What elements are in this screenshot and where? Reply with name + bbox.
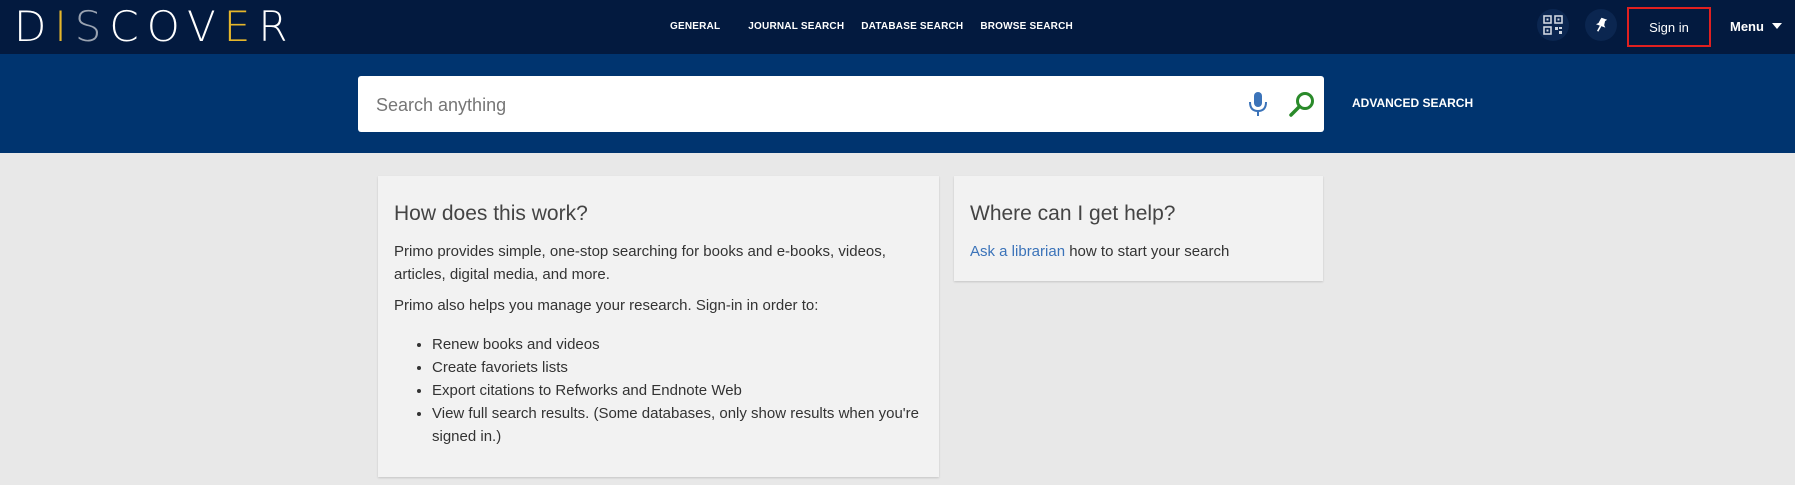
search-input[interactable]: [374, 76, 1238, 134]
card-title: Where can I get help?: [970, 202, 1176, 225]
logo-letter: I: [54, 1, 75, 51]
chevron-down-icon: [1771, 23, 1782, 29]
menu-label: Menu: [1730, 18, 1764, 34]
nav-general[interactable]: GENERAL: [670, 21, 720, 32]
list-item: Renew books and videos: [432, 333, 923, 356]
card-paragraph: Primo also helps you manage your researc…: [394, 297, 819, 314]
advanced-search-link[interactable]: ADVANCED SEARCH: [1352, 96, 1473, 110]
logo-letter: D: [14, 1, 55, 51]
discover-logo[interactable]: D I S COV E R: [14, 1, 296, 51]
list-item: Export citations to Refworks and Endnote…: [432, 379, 923, 402]
nav-database-search[interactable]: DATABASE SEARCH: [861, 21, 963, 32]
nav-journal-search[interactable]: JOURNAL SEARCH: [748, 21, 844, 32]
qr-code-button[interactable]: [1537, 9, 1569, 41]
logo-letter: R: [258, 1, 296, 51]
list-item: Create favoriets lists: [432, 356, 923, 379]
ask-librarian-link[interactable]: Ask a librarian: [970, 243, 1065, 260]
card-title: How does this work?: [394, 202, 588, 225]
search-icon[interactable]: [1288, 90, 1316, 118]
search-box: [358, 76, 1324, 134]
help-text: Ask a librarian how to start your search: [970, 240, 1307, 263]
card-paragraph: Primo provides simple, one-stop searchin…: [394, 243, 886, 283]
logo-letter: S: [74, 1, 110, 51]
pin-button[interactable]: [1585, 9, 1617, 41]
main-nav: GENERAL JOURNAL SEARCH DATABASE SEARCH B…: [660, 0, 1090, 52]
pin-icon: [1595, 17, 1608, 32]
benefits-list: Renew books and videos Create favoriets …: [394, 333, 923, 448]
microphone-icon[interactable]: [1246, 90, 1270, 118]
how-it-works-card: How does this work? Primo provides simpl…: [378, 176, 939, 477]
help-text-rest: how to start your search: [1065, 243, 1230, 260]
menu-button[interactable]: Menu: [1730, 0, 1782, 52]
help-card: Where can I get help? Ask a librarian ho…: [954, 176, 1323, 281]
nav-browse-search[interactable]: BROWSE SEARCH: [980, 21, 1073, 32]
logo-letter: E: [223, 1, 259, 51]
qr-code-icon: [1543, 15, 1563, 35]
sign-in-button[interactable]: Sign in: [1627, 7, 1711, 47]
top-navigation-bar: D I S COV E R GENERAL JOURNAL SEARCH DATABASE…: [0, 0, 1795, 54]
logo-letters: COV: [109, 1, 224, 51]
list-item: View full search results. (Some database…: [432, 402, 923, 448]
